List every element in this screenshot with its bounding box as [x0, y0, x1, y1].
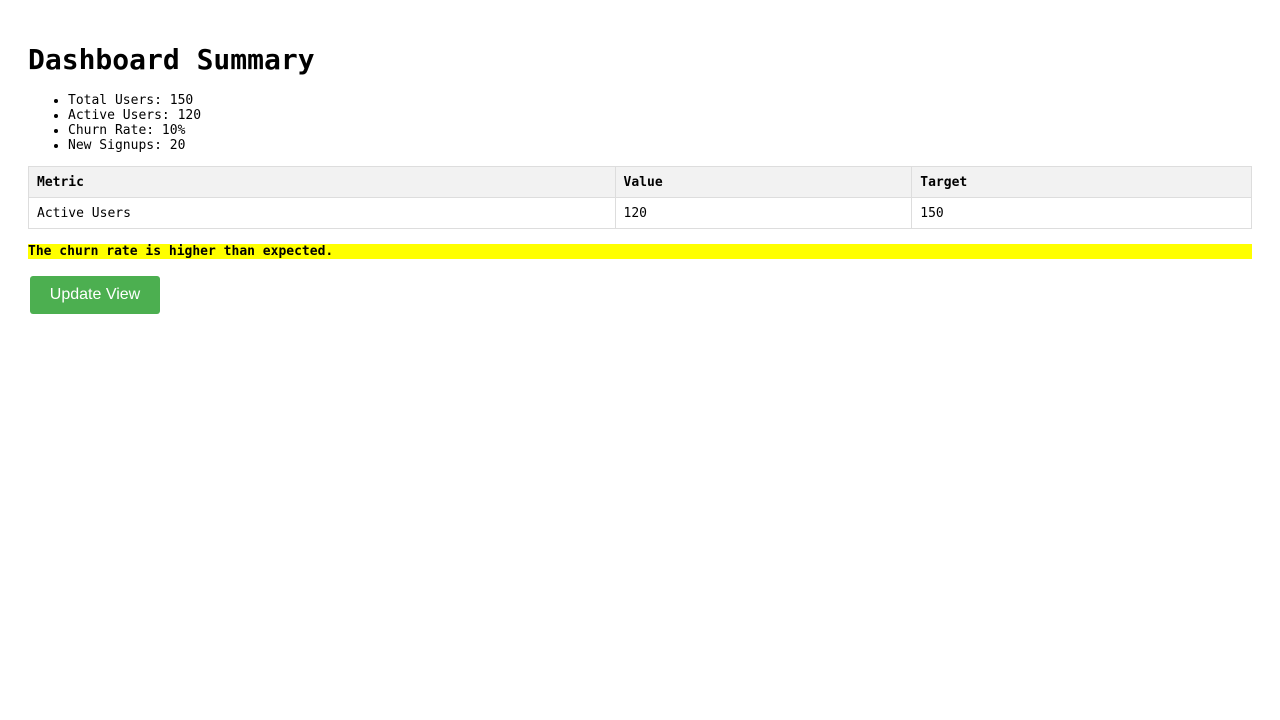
stat-total-users: Total Users: 150 — [68, 93, 201, 108]
stat-active-users: Active Users: 120 — [68, 108, 201, 123]
page-title: Dashboard Summary — [28, 43, 315, 76]
table-header-row: Metric Value Target — [28, 166, 1252, 198]
column-header-value: Value — [614, 166, 913, 198]
churn-alert: The churn rate is higher than expected. — [28, 244, 1252, 259]
metrics-table: Metric Value Target Active Users 120 150 — [28, 166, 1252, 229]
table-cell-metric: Active Users — [28, 197, 616, 229]
table-cell-value: 120 — [614, 197, 913, 229]
table-row: Active Users 120 150 — [28, 197, 1252, 229]
stats-list: Total Users: 150 Active Users: 120 Churn… — [28, 93, 201, 153]
table-cell-target: 150 — [911, 197, 1252, 229]
update-view-button[interactable]: Update View — [30, 276, 160, 314]
stat-new-signups: New Signups: 20 — [68, 138, 201, 153]
column-header-metric: Metric — [28, 166, 616, 198]
column-header-target: Target — [911, 166, 1252, 198]
stat-churn-rate: Churn Rate: 10% — [68, 123, 201, 138]
